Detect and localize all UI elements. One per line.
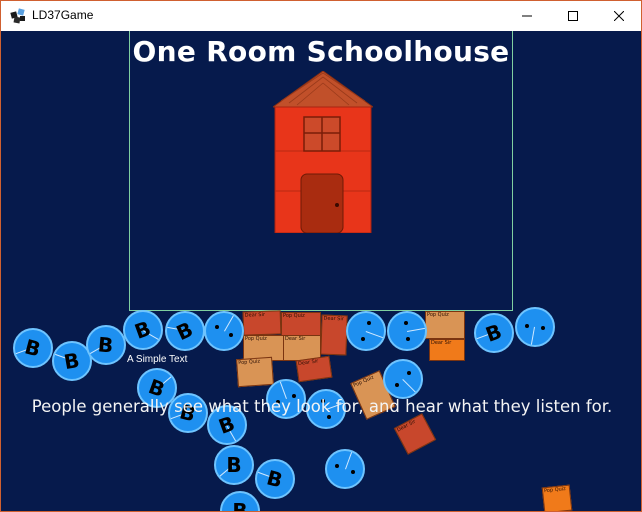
bouncing-ball[interactable]: B — [255, 459, 295, 499]
textbook-label: Dear Sir — [244, 311, 266, 319]
close-icon — [614, 11, 624, 21]
textbook-label: Pop Quiz — [238, 358, 261, 367]
textbook-label: Dear Sir — [431, 340, 452, 346]
ball-letter: B — [22, 334, 44, 362]
window-title: LD37Game — [32, 8, 94, 22]
bouncing-ball[interactable]: B — [474, 313, 514, 353]
ball-dot — [403, 321, 408, 326]
maximize-button[interactable] — [550, 1, 596, 31]
ball-letter: B — [131, 316, 155, 344]
textbook-label: Dear Sir — [297, 358, 319, 368]
ball-velocity-line — [224, 315, 234, 332]
schoolhouse-icon — [273, 71, 373, 233]
textbook-label: Pop Quiz — [352, 374, 375, 389]
textbook-label: Pop Quiz — [543, 486, 567, 495]
bouncing-ball[interactable]: B — [86, 325, 126, 365]
ball-dot — [350, 469, 355, 474]
ball-dot — [228, 333, 233, 337]
ball-dot — [395, 382, 400, 387]
bouncing-ball[interactable] — [515, 307, 555, 347]
ball-letter: B — [264, 465, 286, 493]
ball-letter: B — [226, 453, 242, 477]
minimize-icon — [522, 15, 532, 17]
bouncing-ball[interactable]: B — [165, 311, 205, 351]
ball-dot — [406, 336, 411, 341]
textbook-item[interactable]: Pop Quiz — [281, 312, 321, 336]
ball-velocity-line — [530, 326, 535, 345]
bouncing-ball[interactable] — [325, 449, 365, 489]
textbook-label: Dear Sir — [323, 315, 344, 323]
ball-velocity-line — [402, 379, 416, 393]
textbook-label: Pop Quiz — [283, 313, 305, 319]
ball-velocity-line — [345, 452, 353, 470]
game-window: LD37Game One Room Schoolhouse People gen… — [0, 0, 642, 512]
textbook-label: Dear Sir — [396, 418, 417, 434]
textbook-label: Pop Quiz — [427, 312, 449, 318]
ball-letter: B — [482, 319, 506, 347]
bouncing-ball[interactable]: B — [123, 310, 163, 350]
textbook-item[interactable]: Pop Quiz — [425, 311, 465, 339]
ball-letter: B — [62, 347, 82, 375]
textbook-label: Pop Quiz — [245, 336, 267, 342]
textbook-item[interactable]: Dear Sir — [429, 339, 465, 361]
game-title: One Room Schoolhouse — [132, 35, 510, 68]
ball-velocity-line — [407, 327, 425, 332]
bouncing-ball[interactable]: B — [13, 328, 53, 368]
bouncing-ball[interactable] — [383, 359, 423, 399]
textbook-label: Dear Sir — [285, 336, 306, 342]
ball-dot — [361, 336, 366, 341]
bouncing-ball[interactable] — [346, 311, 386, 351]
ball-dot — [215, 325, 220, 329]
ball-velocity-line — [365, 331, 383, 339]
bouncing-ball[interactable] — [204, 311, 244, 351]
title-bar[interactable]: LD37Game — [1, 1, 641, 31]
ball-dot — [525, 323, 530, 328]
ball-dot — [540, 326, 545, 331]
ball-letter: B — [173, 316, 197, 346]
floating-text-label: A Simple Text — [127, 354, 188, 365]
ball-letter: B — [97, 332, 115, 358]
textbook-item[interactable]: Dear Sir — [242, 310, 282, 336]
bouncing-ball[interactable]: B — [214, 445, 254, 485]
textbook-item[interactable]: Dear Sir — [393, 413, 437, 455]
bouncing-ball[interactable]: B — [220, 491, 260, 511]
textbook-item[interactable]: Dear Sir — [295, 355, 333, 383]
close-button[interactable] — [596, 1, 641, 31]
maximize-icon — [568, 11, 578, 21]
bouncing-ball[interactable] — [387, 311, 427, 351]
textbook-item[interactable]: Pop Quiz — [541, 484, 573, 511]
ball-dot — [335, 464, 340, 469]
app-icon — [10, 8, 25, 24]
quote-text: People generally see what they look for,… — [31, 397, 613, 416]
ball-dot — [366, 321, 371, 326]
textbook-item[interactable]: Pop Quiz — [236, 356, 274, 388]
textbook-item[interactable]: Dear Sir — [320, 314, 348, 356]
ball-letter: B — [232, 499, 248, 511]
ball-dot — [406, 371, 411, 376]
minimize-button[interactable] — [504, 1, 550, 31]
game-canvas[interactable]: One Room Schoolhouse People generally se… — [1, 31, 641, 511]
